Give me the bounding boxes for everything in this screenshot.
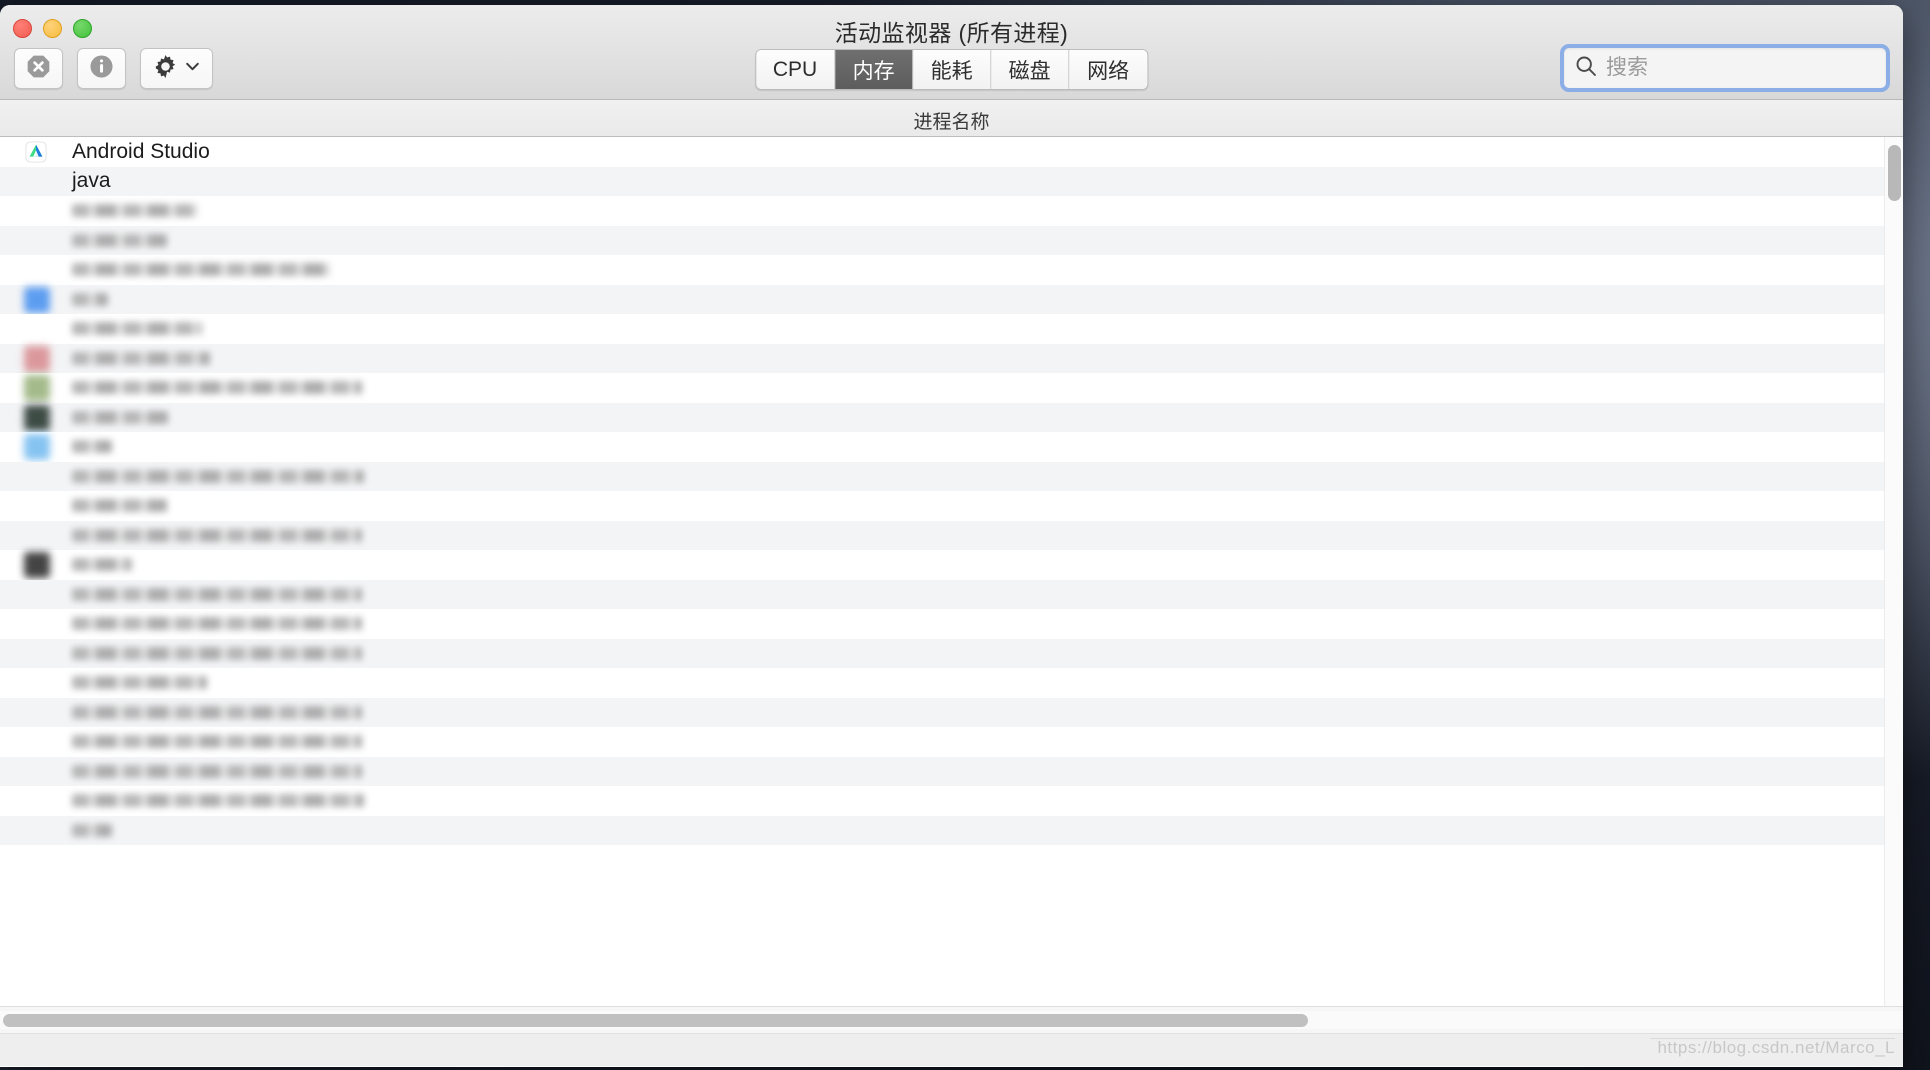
process-row-list: Android Studio java xyxy=(0,137,1903,845)
bottom-filler xyxy=(0,1034,1903,1066)
redacted-process-name xyxy=(72,794,364,807)
table-row[interactable] xyxy=(0,343,1903,373)
table-row[interactable] xyxy=(0,255,1903,285)
table-row[interactable] xyxy=(0,815,1903,845)
table-row[interactable] xyxy=(0,284,1903,314)
redacted-process-name xyxy=(72,646,362,660)
process-table: Android Studio java xyxy=(0,137,1903,1006)
redacted-process-name xyxy=(72,499,167,512)
search-icon xyxy=(1574,54,1598,83)
horizontal-scrollbar-thumb[interactable] xyxy=(3,1014,1308,1027)
table-row[interactable]: java xyxy=(0,166,1903,196)
android-studio-icon xyxy=(25,141,47,163)
table-row[interactable] xyxy=(0,638,1903,668)
table-row[interactable] xyxy=(0,461,1903,491)
redacted-process-name xyxy=(72,322,202,335)
dark2-app-icon xyxy=(24,552,50,578)
redacted-process-name xyxy=(72,558,132,571)
table-row[interactable] xyxy=(0,491,1903,521)
vertical-scrollbar-thumb[interactable] xyxy=(1888,145,1901,201)
dark-app-icon xyxy=(24,404,50,431)
redacted-process-name xyxy=(72,617,362,630)
redacted-process-name xyxy=(72,735,362,748)
table-row[interactable] xyxy=(0,225,1903,255)
window-titlebar: 活动监视器 (所有进程) CPU 内存 能耗 磁盘 网络 搜索 xyxy=(0,5,1903,100)
actions-menu-button[interactable] xyxy=(140,48,213,89)
toolbar xyxy=(14,48,213,89)
inspect-process-button[interactable] xyxy=(77,48,126,89)
table-row[interactable] xyxy=(0,432,1903,462)
table-row[interactable] xyxy=(0,609,1903,639)
redacted-process-name xyxy=(72,764,362,778)
table-row[interactable] xyxy=(0,314,1903,344)
table-column-header[interactable]: 进程名称 xyxy=(0,100,1903,137)
search-input[interactable] xyxy=(1598,55,1879,81)
quit-process-button[interactable] xyxy=(14,48,63,89)
tab-cpu[interactable]: CPU xyxy=(755,50,836,89)
redacted-process-name xyxy=(72,351,210,365)
tab-network[interactable]: 网络 xyxy=(1069,50,1148,89)
redacted-process-name xyxy=(72,823,112,837)
table-row[interactable] xyxy=(0,373,1903,403)
pink-app-icon xyxy=(24,345,50,372)
redacted-process-name xyxy=(72,381,362,394)
redacted-process-name xyxy=(72,528,362,542)
table-row[interactable] xyxy=(0,402,1903,432)
table-row[interactable]: Android Studio xyxy=(0,137,1903,167)
blue-app-icon xyxy=(24,286,50,313)
tab-disk[interactable]: 磁盘 xyxy=(991,50,1070,89)
window-bottom-bar: https://blog.csdn.net/Marco_L xyxy=(0,1006,1903,1066)
tab-energy[interactable]: 能耗 xyxy=(913,50,992,89)
desktop-background: 活动监视器 (所有进程) CPU 内存 能耗 磁盘 网络 搜索 进程名称 And… xyxy=(0,0,1930,1070)
window-title: 活动监视器 (所有进程) xyxy=(834,20,1069,46)
table-row[interactable] xyxy=(0,550,1903,580)
lightblue-app-icon xyxy=(24,434,50,460)
table-row[interactable] xyxy=(0,727,1903,757)
process-name-label: Android Studio xyxy=(72,139,210,163)
info-circle-icon xyxy=(89,54,114,84)
table-row[interactable] xyxy=(0,786,1903,816)
table-row[interactable] xyxy=(0,579,1903,609)
tab-memory[interactable]: 内存 xyxy=(835,50,914,89)
redacted-process-name xyxy=(72,233,167,247)
table-row[interactable] xyxy=(0,196,1903,226)
redacted-process-name xyxy=(72,292,108,306)
horizontal-scrollbar[interactable] xyxy=(0,1011,1903,1029)
redacted-process-name xyxy=(72,676,207,689)
view-tab-group: CPU 内存 能耗 磁盘 网络 xyxy=(754,49,1149,90)
watermark-text: https://blog.csdn.net/Marco_L xyxy=(1657,1038,1895,1057)
redacted-process-name xyxy=(72,705,362,719)
redacted-process-name xyxy=(72,410,168,424)
vertical-scrollbar[interactable] xyxy=(1884,137,1903,1006)
activity-monitor-window: 活动监视器 (所有进程) CPU 内存 能耗 磁盘 网络 搜索 进程名称 And… xyxy=(0,5,1903,1067)
column-header-process-name[interactable]: 进程名称 xyxy=(0,107,1903,134)
redacted-process-name xyxy=(72,204,197,217)
redacted-process-name xyxy=(72,469,364,483)
redacted-process-name xyxy=(72,587,362,601)
table-row[interactable] xyxy=(0,697,1903,727)
green-app-icon xyxy=(24,375,50,401)
process-name-label: java xyxy=(72,169,111,193)
chevron-down-icon xyxy=(184,58,201,80)
gear-icon xyxy=(153,54,178,84)
table-row[interactable] xyxy=(0,520,1903,550)
stop-octagon-x-icon xyxy=(26,54,51,84)
table-row[interactable] xyxy=(0,756,1903,786)
redacted-process-name xyxy=(72,440,112,453)
search-field[interactable] xyxy=(1560,44,1890,92)
redacted-process-name xyxy=(72,263,330,276)
table-row[interactable] xyxy=(0,668,1903,698)
